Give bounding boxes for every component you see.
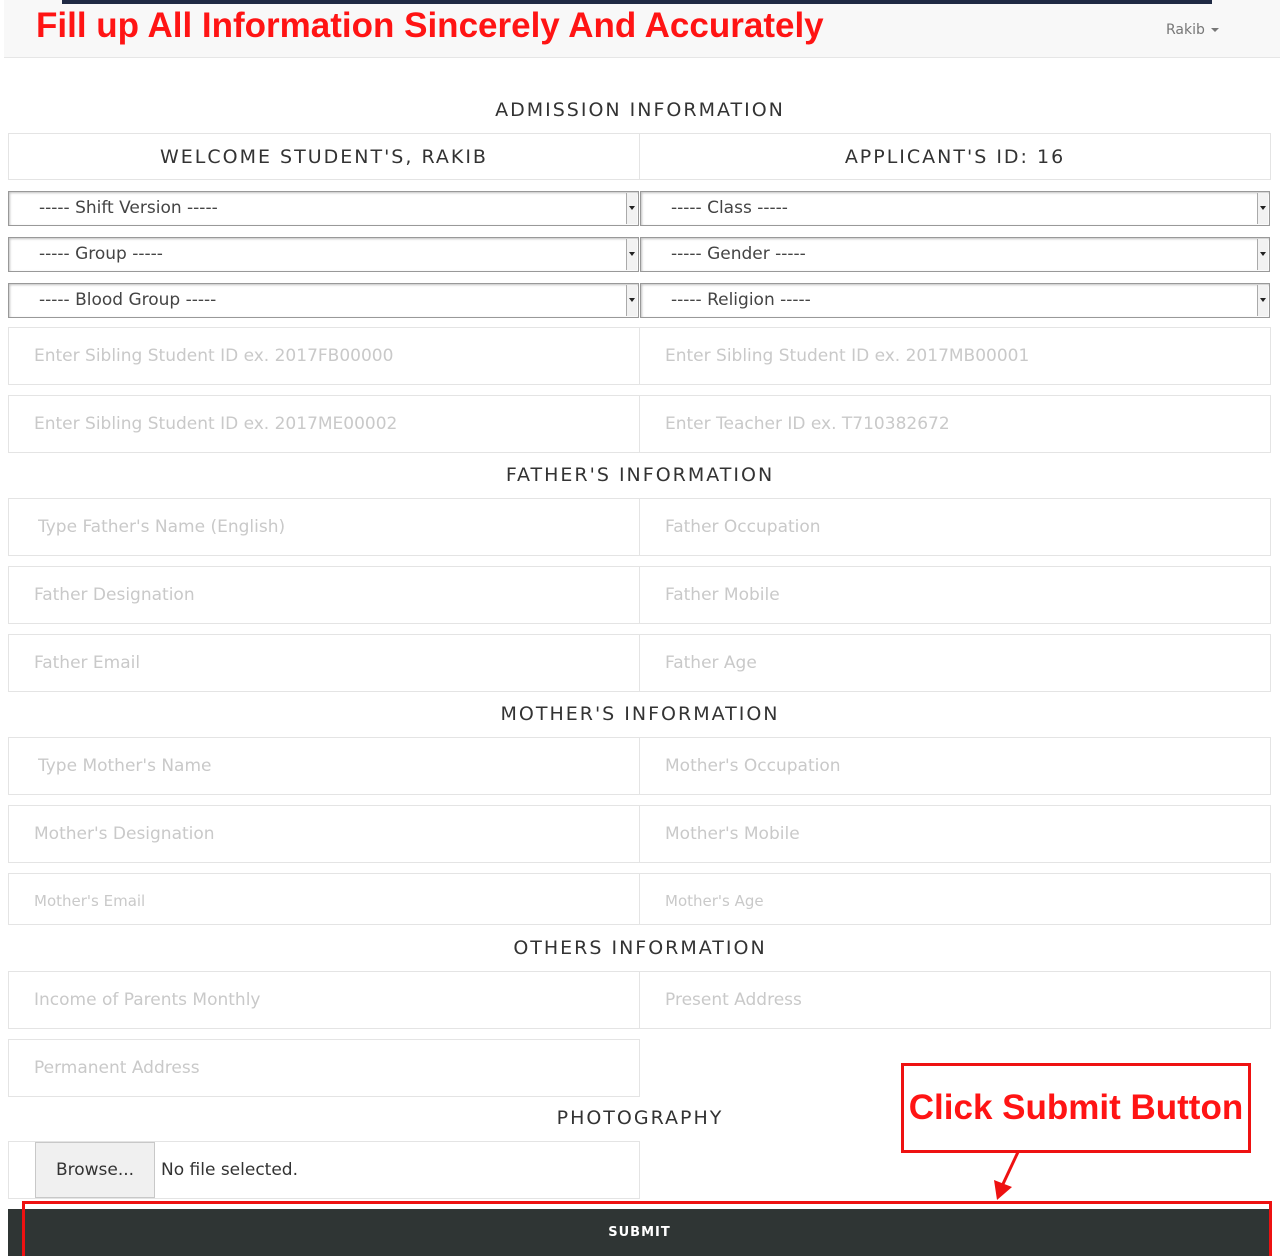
user-menu[interactable]: Rakib: [1166, 22, 1219, 38]
father-occupation-cell: [639, 498, 1271, 556]
gender-value: ----- Gender -----: [671, 244, 806, 264]
father-email-cell: [8, 634, 640, 692]
shift-version-value: ----- Shift Version -----: [39, 198, 218, 218]
mother-mobile-cell: [639, 805, 1271, 863]
dropdown-arrow-icon[interactable]: [1257, 239, 1268, 270]
mother-age-cell: [639, 873, 1271, 925]
mother-occupation-input[interactable]: [640, 738, 1270, 794]
dropdown-arrow-icon[interactable]: [626, 285, 637, 316]
father-occupation-input[interactable]: [640, 499, 1270, 555]
father-designation-input[interactable]: [9, 567, 639, 623]
father-name-cell: [8, 498, 640, 556]
income-input[interactable]: [9, 972, 639, 1028]
mother-name-input[interactable]: [9, 738, 639, 794]
mother-mobile-input[interactable]: [640, 806, 1270, 862]
class-select[interactable]: ----- Class -----: [640, 191, 1270, 226]
mother-name-cell: [8, 737, 640, 795]
shift-version-select[interactable]: ----- Shift Version -----: [8, 191, 639, 226]
sibling-id-2-input[interactable]: [640, 328, 1270, 384]
sibling-id-3-cell: [8, 395, 640, 453]
dropdown-arrow-icon[interactable]: [1257, 285, 1268, 316]
user-name: Rakib: [1166, 22, 1205, 38]
teacher-id-input[interactable]: [640, 396, 1270, 452]
group-select[interactable]: ----- Group -----: [8, 237, 639, 272]
income-cell: [8, 971, 640, 1029]
father-designation-cell: [8, 566, 640, 624]
father-mobile-input[interactable]: [640, 567, 1270, 623]
father-name-input[interactable]: [9, 499, 639, 555]
callout-text: Click Submit Button: [908, 1088, 1244, 1127]
navbar-accent-line: [62, 0, 1212, 4]
sibling-id-2-cell: [639, 327, 1271, 385]
mother-designation-cell: [8, 805, 640, 863]
blood-group-value: ----- Blood Group -----: [39, 290, 217, 310]
callout-box: Click Submit Button: [901, 1063, 1251, 1153]
caret-down-icon: [1210, 28, 1219, 32]
gender-select[interactable]: ----- Gender -----: [640, 237, 1270, 272]
blood-group-select[interactable]: ----- Blood Group -----: [8, 283, 639, 318]
father-email-input[interactable]: [9, 635, 639, 691]
group-value: ----- Group -----: [39, 244, 163, 264]
callout-arrow-icon: [994, 1151, 1020, 1200]
father-age-cell: [639, 634, 1271, 692]
father-section-title: FATHER'S INFORMATION: [505, 464, 775, 486]
dropdown-arrow-icon[interactable]: [1257, 193, 1268, 224]
present-address-input[interactable]: [640, 972, 1270, 1028]
applicant-id: APPLICANT'S ID: 16: [639, 133, 1271, 180]
father-mobile-cell: [639, 566, 1271, 624]
file-status-text: No file selected.: [161, 1160, 298, 1180]
religion-select[interactable]: ----- Religion -----: [640, 283, 1270, 318]
dropdown-arrow-icon[interactable]: [626, 239, 637, 270]
mother-email-input[interactable]: [9, 874, 639, 924]
mother-section-title: MOTHER'S INFORMATION: [500, 703, 780, 725]
present-address-cell: [639, 971, 1271, 1029]
others-section-title: OTHERS INFORMATION: [513, 937, 767, 959]
sibling-id-1-input[interactable]: [9, 328, 639, 384]
admission-section-title: ADMISSION INFORMATION: [495, 99, 785, 121]
welcome-message: WELCOME STUDENT'S, RAKIB: [8, 133, 640, 180]
class-value: ----- Class -----: [671, 198, 788, 218]
mother-age-input[interactable]: [640, 874, 1270, 924]
instruction-headline: Fill up All Information Sincerely And Ac…: [36, 6, 824, 45]
photo-upload-field: Browse... No file selected.: [8, 1141, 640, 1199]
father-age-input[interactable]: [640, 635, 1270, 691]
teacher-id-cell: [639, 395, 1271, 453]
submit-button[interactable]: SUBMIT: [8, 1209, 1271, 1256]
permanent-address-input[interactable]: [9, 1040, 639, 1096]
mother-email-cell: [8, 873, 640, 925]
sibling-id-3-input[interactable]: [9, 396, 639, 452]
permanent-address-cell: [8, 1039, 640, 1097]
sibling-id-1-cell: [8, 327, 640, 385]
dropdown-arrow-icon[interactable]: [626, 193, 637, 224]
mother-occupation-cell: [639, 737, 1271, 795]
mother-designation-input[interactable]: [9, 806, 639, 862]
browse-button[interactable]: Browse...: [35, 1142, 155, 1198]
religion-value: ----- Religion -----: [671, 290, 811, 310]
